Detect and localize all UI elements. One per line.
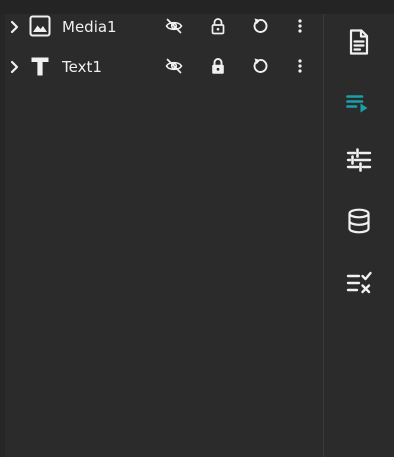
document-icon (344, 27, 374, 57)
more-vertical-icon[interactable] (294, 17, 306, 35)
layers-panel: Media1 Text1 (5, 14, 323, 457)
checklist-icon (344, 267, 374, 297)
layer-row-media1[interactable]: Media1 (5, 14, 323, 40)
text-icon (29, 55, 51, 77)
lock-open-icon[interactable] (209, 17, 227, 35)
chevron-right-icon[interactable] (9, 60, 21, 74)
sliders-icon (344, 145, 374, 175)
top-strip (0, 0, 394, 15)
chevron-right-icon[interactable] (9, 20, 21, 34)
sidebar-item-document[interactable] (344, 27, 374, 57)
reset-icon[interactable] (251, 17, 269, 35)
more-vertical-icon[interactable] (294, 57, 306, 75)
sidebar-item-adjust[interactable] (344, 145, 374, 175)
reset-icon[interactable] (251, 57, 269, 75)
database-icon (344, 206, 374, 236)
sidebar-item-data[interactable] (344, 206, 374, 236)
visibility-off-icon[interactable] (165, 17, 183, 35)
image-icon (29, 15, 51, 37)
layer-name: Text1 (62, 58, 102, 76)
layer-name: Media1 (62, 18, 117, 36)
lock-icon[interactable] (209, 57, 227, 75)
layer-row-text1[interactable]: Text1 (5, 54, 323, 80)
visibility-off-icon[interactable] (165, 57, 183, 75)
sidebar-item-checklist[interactable] (344, 267, 374, 297)
sidebar-item-layers[interactable] (344, 88, 374, 118)
layers-play-icon (344, 88, 374, 118)
right-sidebar (323, 14, 394, 457)
